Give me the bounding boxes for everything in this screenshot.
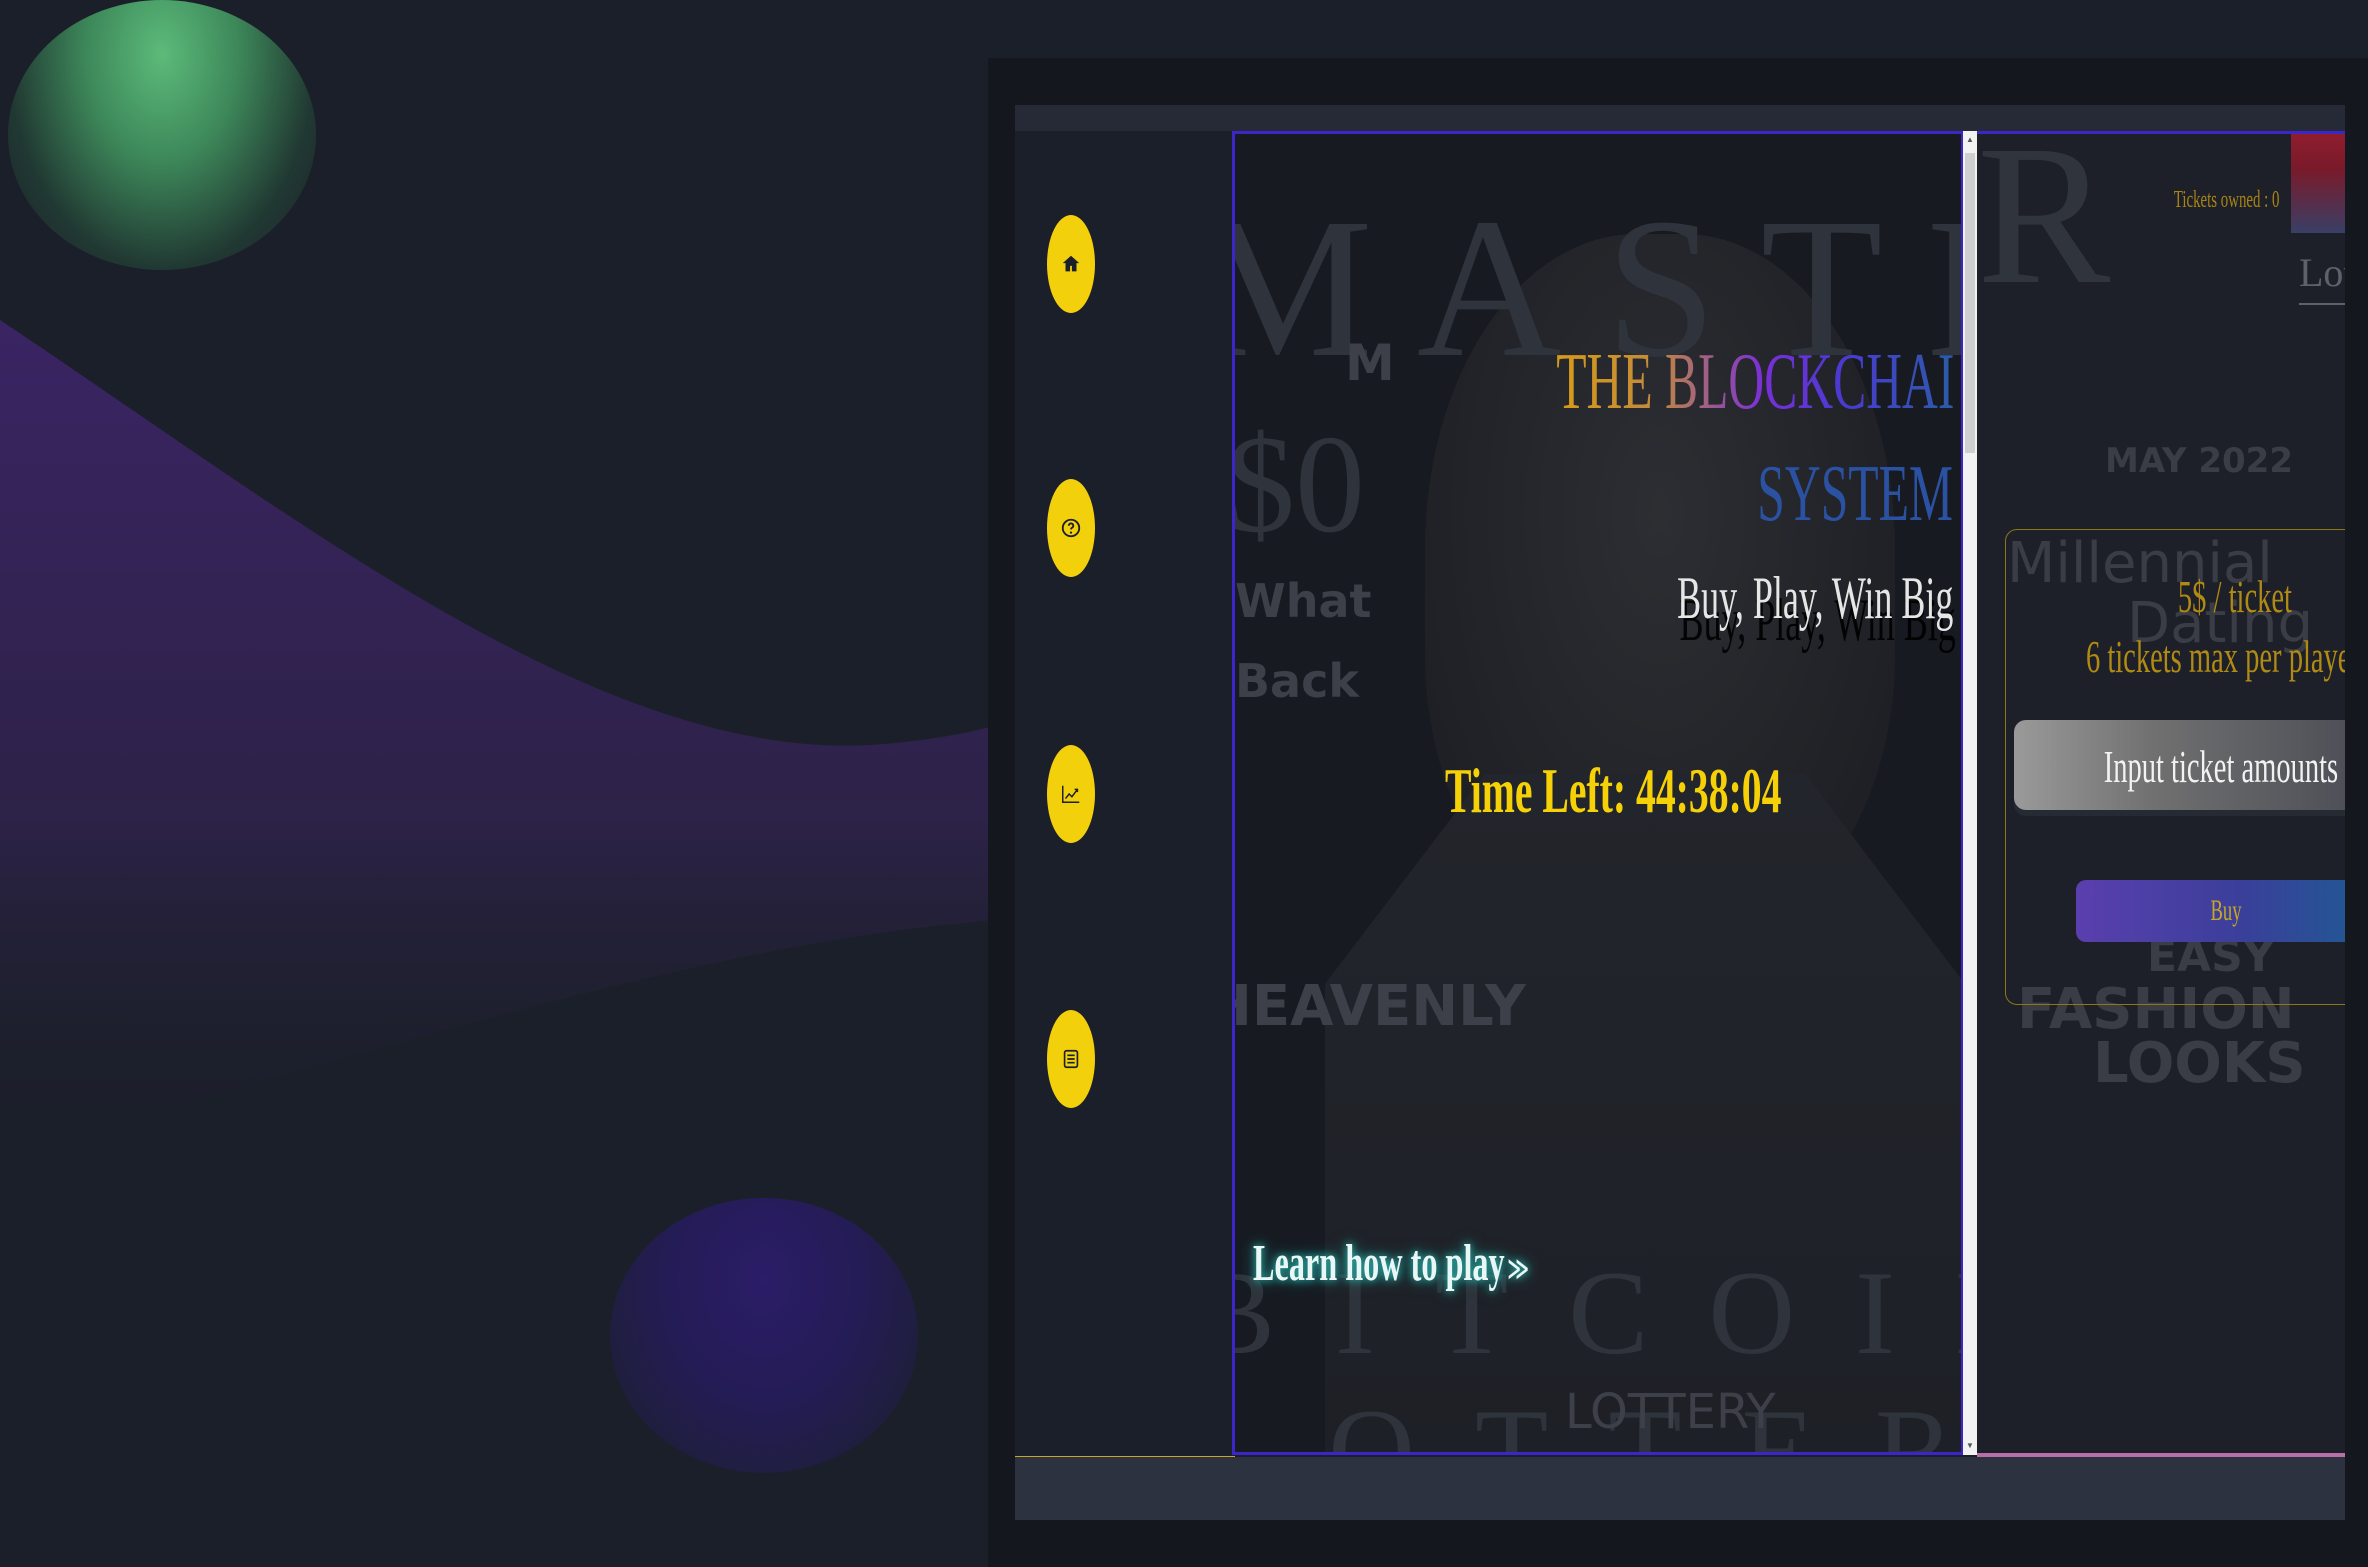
bg-text: M — [1345, 334, 1395, 392]
top-bar — [1015, 105, 2345, 131]
decorative-navy-blob — [610, 1198, 918, 1473]
tab-lottery[interactable]: Lottery — [2299, 249, 2345, 305]
nav-list-button[interactable] — [1047, 1010, 1095, 1108]
bg-text: HEAVENLY — [1232, 974, 1526, 1039]
bg-text: What — [1235, 574, 1372, 628]
scroll-down-arrow-icon[interactable]: ▼ — [1966, 1441, 1974, 1451]
hero-title-line2: SYSTEM — [1757, 450, 1953, 538]
nav-home-button[interactable] — [1047, 215, 1095, 313]
hero-subtitle: Buy, Play, Win Big — [1676, 565, 1953, 631]
hero-title-line1: THE BLOCKCHAIN LOTTERY — [1556, 326, 1965, 438]
decorative-purple-wave — [0, 320, 1020, 1150]
list-icon — [1063, 1049, 1079, 1069]
buy-ticket-card: 5$ / ticket 6 tickets max per player Inp… — [2005, 529, 2345, 1005]
help-icon — [1061, 518, 1081, 538]
chart-icon — [1062, 785, 1080, 803]
hero-scrollbar[interactable]: ▲ ▼ — [1961, 131, 1977, 1455]
scroll-up-arrow-icon[interactable]: ▲ — [1966, 135, 1974, 145]
hero-title: THE BLOCKCHAIN LOTTERY SYSTEM — [1556, 326, 1965, 550]
chevron-down-icon: ≫ — [1507, 1251, 1530, 1288]
bg-text: LOTTERY — [1565, 1384, 1776, 1440]
countdown-timer: Time Left: 44:38:04 — [1445, 755, 1782, 826]
ticket-amount-input[interactable] — [2014, 720, 2345, 810]
app-content: MASTER M $0 What Back HEAVENLY BITCOIN L… — [1015, 131, 2345, 1457]
bg-text: Back — [1235, 654, 1359, 708]
bg-text: MAY 2022 — [2105, 441, 2293, 481]
hero-panel: MASTER M $0 What Back HEAVENLY BITCOIN L… — [1232, 131, 1968, 1455]
bg-text: LOOKS — [2093, 1031, 2306, 1096]
purchase-panel: R MAY 2022 Millennial Dating EASY FASHIO… — [1977, 131, 2345, 1457]
buy-button[interactable]: Buy — [2076, 880, 2345, 942]
bg-text: $0 — [1232, 407, 1365, 562]
bottom-bar — [1015, 1457, 2345, 1520]
scrollbar-thumb[interactable] — [1965, 153, 1975, 453]
home-icon — [1062, 255, 1080, 272]
learn-link-label: Learn how to play — [1253, 1235, 1505, 1292]
learn-how-to-play-link[interactable]: Learn how to play≫ — [1253, 1234, 1529, 1293]
ticket-price: 5$ / ticket — [2177, 571, 2292, 622]
bg-text: R — [1977, 131, 2111, 326]
nav-help-button[interactable] — [1047, 479, 1095, 577]
buy-button-label: Buy — [2210, 894, 2242, 927]
panel-top-border — [1977, 131, 2345, 134]
tickets-owned-count: Tickets owned : 0 — [2173, 187, 2279, 213]
nav-stats-button[interactable] — [1047, 745, 1095, 843]
lottery-thumbnail — [2291, 131, 2345, 233]
max-tickets-note: 6 tickets max per player — [2085, 631, 2345, 682]
